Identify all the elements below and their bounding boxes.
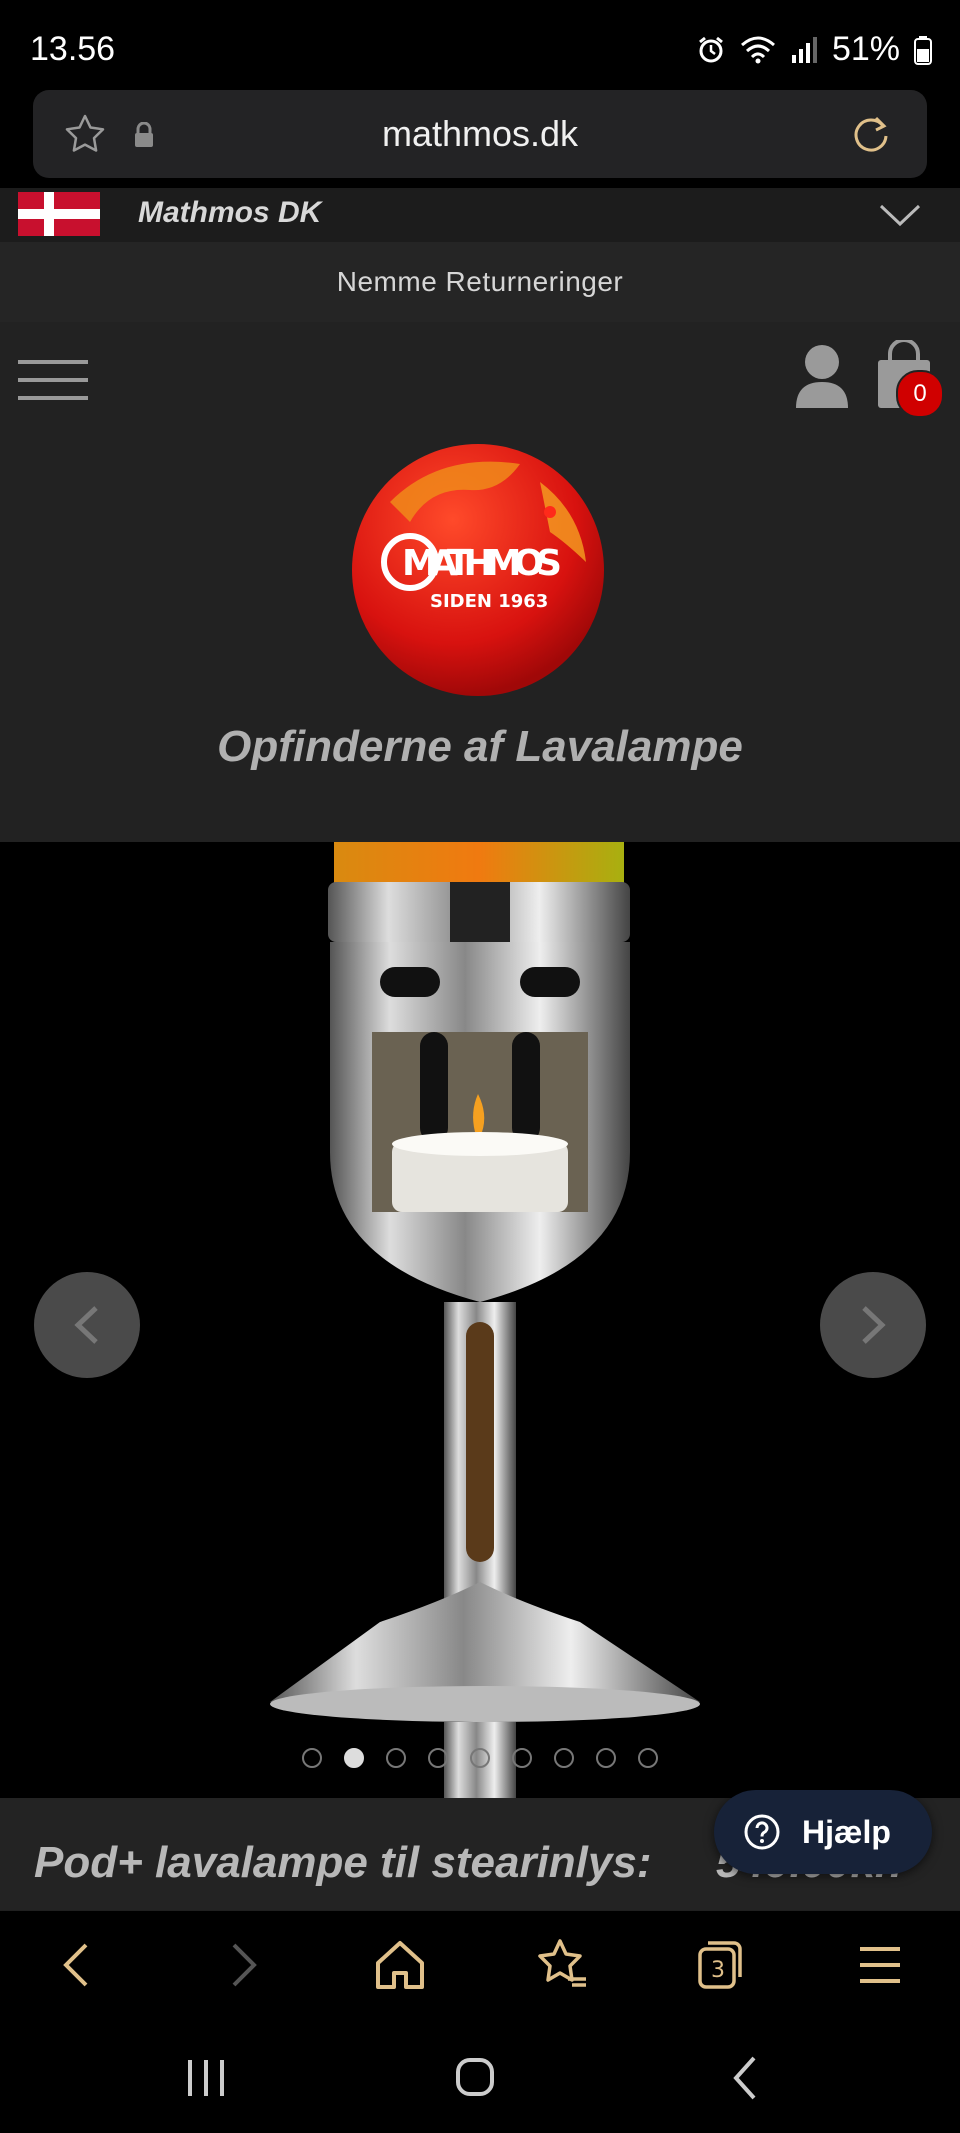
star-icon[interactable]: [63, 112, 107, 156]
web-page: Mathmos DK Nemme Returneringer 0 MATHMOS…: [0, 188, 960, 1910]
alarm-icon: [699, 36, 723, 62]
status-bar: 13.56 51%: [0, 0, 960, 90]
carousel-dot[interactable]: [470, 1748, 490, 1768]
back-icon[interactable]: [48, 1935, 108, 1995]
status-icons: 51%: [696, 30, 932, 69]
reload-icon[interactable]: [849, 112, 893, 156]
logo-since: SIDEN 1963: [430, 591, 548, 612]
chevron-down-icon[interactable]: [878, 202, 922, 228]
account-icon[interactable]: [792, 342, 852, 410]
question-circle-icon: [744, 1814, 780, 1850]
product-image-carousel[interactable]: [0, 842, 960, 1798]
system-navigation-bar: [0, 2020, 960, 2133]
promo-text: Nemme Returneringer: [336, 266, 624, 297]
home-button-icon[interactable]: [446, 2052, 506, 2104]
status-time: 13.56: [30, 30, 116, 68]
lava-lamp-image: [270, 842, 700, 1798]
promo-bar: Nemme Returneringer: [0, 242, 960, 322]
country-selector[interactable]: Mathmos DK: [0, 188, 960, 242]
chevron-left-icon: [74, 1306, 98, 1344]
carousel-dot[interactable]: [428, 1748, 448, 1768]
carousel-next-button[interactable]: [820, 1272, 926, 1378]
wifi-icon: [740, 36, 775, 63]
carousel-dot[interactable]: [554, 1748, 574, 1768]
carousel-dot[interactable]: [344, 1748, 364, 1768]
logo-brand: MATHMOS: [402, 543, 562, 584]
denmark-flag-icon: [18, 192, 100, 236]
svg-text:3: 3: [711, 1958, 725, 1983]
url-text[interactable]: mathmos.dk: [33, 90, 927, 178]
signal-icon: [791, 36, 817, 63]
carousel-dot[interactable]: [638, 1748, 658, 1768]
system-back-icon[interactable]: [716, 2052, 776, 2104]
carousel-prev-button[interactable]: [34, 1272, 140, 1378]
carousel-dot[interactable]: [302, 1748, 322, 1768]
mathmos-logo[interactable]: MATHMOS SIDEN 1963: [350, 442, 606, 698]
tabs-icon[interactable]: 3: [690, 1935, 750, 1995]
lock-icon: [135, 122, 153, 147]
carousel-dot[interactable]: [596, 1748, 616, 1768]
battery-percent: 51%: [831, 30, 900, 68]
product-title: Pod+ lavalampe til stearinlys:: [34, 1838, 652, 1887]
carousel-dots[interactable]: [0, 1744, 960, 1774]
help-button[interactable]: Hjælp: [714, 1790, 932, 1874]
address-bar[interactable]: mathmos.dk: [33, 90, 927, 178]
home-icon[interactable]: [370, 1935, 430, 1995]
carousel-dot[interactable]: [512, 1748, 532, 1768]
bookmarks-icon[interactable]: [530, 1935, 590, 1995]
chevron-right-icon: [862, 1306, 886, 1344]
menu-icon[interactable]: [850, 1935, 910, 1995]
battery-icon: [914, 35, 932, 65]
browser-toolbar: 3: [0, 1910, 960, 2021]
tagline: Opfinderne af Lavalampe: [217, 722, 743, 771]
help-label: Hjælp: [802, 1814, 891, 1850]
forward-icon[interactable]: [212, 1935, 272, 1995]
hamburger-menu-icon[interactable]: [18, 356, 90, 404]
cart-count-badge: 0: [896, 370, 944, 418]
carousel-dot[interactable]: [386, 1748, 406, 1768]
country-label[interactable]: Mathmos DK: [138, 196, 321, 230]
recent-apps-icon[interactable]: [176, 2052, 236, 2104]
